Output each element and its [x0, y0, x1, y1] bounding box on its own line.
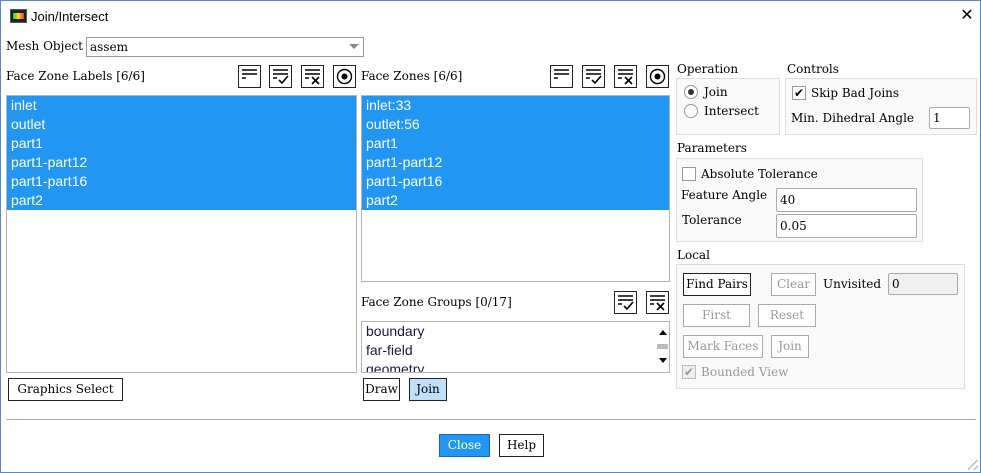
tolerance-label: Tolerance — [682, 213, 742, 227]
select-all-groups-button[interactable] — [614, 291, 637, 314]
face-zones-title: Face Zones [6/6] — [361, 69, 463, 83]
operation-group: Join Intersect — [676, 78, 780, 135]
mesh-object-label: Mesh Object — [6, 39, 83, 53]
list-check-icon — [586, 69, 602, 85]
unvisited-input: 0 — [888, 273, 958, 295]
deselect-all-button[interactable] — [238, 65, 261, 88]
local-join-button[interactable]: Join — [771, 335, 809, 358]
pick-button[interactable] — [333, 65, 356, 88]
intersect-radio[interactable] — [684, 104, 698, 118]
list-item[interactable]: outlet — [7, 115, 356, 134]
window-title: Join/Intersect — [31, 9, 109, 24]
select-all-button[interactable] — [269, 65, 292, 88]
face-zone-labels-list[interactable]: inlet outlet part1 part1-part12 part1-pa… — [6, 95, 357, 373]
app-icon — [10, 9, 27, 23]
radio-target-icon — [649, 68, 666, 85]
join-radio[interactable] — [684, 85, 698, 99]
absolute-tolerance-label: Absolute Tolerance — [701, 167, 818, 181]
tolerance-input[interactable]: 0.05 — [776, 214, 917, 238]
list-item[interactable]: part2 — [362, 191, 669, 210]
close-button[interactable]: Close — [439, 434, 490, 457]
face-zones-list[interactable]: inlet:33 outlet:56 part1 part1-part12 pa… — [361, 95, 670, 282]
list-item[interactable]: part1-part16 — [7, 172, 356, 191]
clear-selection-button[interactable] — [301, 65, 324, 88]
scrollbar[interactable] — [656, 322, 669, 372]
scroll-down-icon[interactable] — [659, 358, 667, 363]
list-none-icon — [554, 69, 569, 79]
list-x-icon — [650, 295, 665, 311]
list-item[interactable]: part1-part16 — [362, 172, 669, 191]
select-all-button[interactable] — [582, 65, 605, 88]
join-radio-label: Join — [704, 85, 728, 99]
scroll-thumb[interactable] — [657, 344, 668, 349]
min-dihedral-label: Min. Dihedral Angle — [791, 111, 915, 125]
intersect-radio-label: Intersect — [704, 104, 759, 118]
clear-button[interactable]: Clear — [771, 273, 816, 296]
face-zone-labels-title: Face Zone Labels [6/6] — [6, 69, 145, 83]
unvisited-label: Unvisited — [823, 277, 882, 291]
feature-angle-label: Feature Angle — [681, 188, 768, 202]
controls-group: ✔ Skip Bad Joins Min. Dihedral Angle 1 — [785, 78, 977, 135]
operation-title: Operation — [677, 62, 739, 76]
first-button[interactable]: First — [683, 304, 750, 327]
list-item[interactable]: part2 — [7, 191, 356, 210]
controls-title: Controls — [787, 62, 839, 76]
parameters-title: Parameters — [677, 141, 747, 155]
list-x-icon — [618, 69, 633, 85]
absolute-tolerance-checkbox[interactable] — [682, 167, 696, 181]
min-dihedral-input[interactable]: 1 — [929, 107, 970, 129]
radio-target-icon — [336, 68, 353, 85]
face-zone-groups-title: Face Zone Groups [0/17] — [361, 295, 512, 309]
skip-bad-joins-label: Skip Bad Joins — [811, 86, 900, 100]
find-pairs-button[interactable]: Find Pairs — [683, 273, 751, 296]
face-zone-groups-list[interactable]: boundary far-field geometry — [361, 321, 670, 373]
list-check-icon — [618, 295, 634, 311]
list-item[interactable]: geometry — [362, 360, 669, 372]
deselect-all-button[interactable] — [550, 65, 573, 88]
list-item[interactable]: boundary — [362, 322, 669, 341]
separator — [6, 419, 976, 420]
list-item[interactable]: far-field — [362, 341, 669, 360]
list-check-icon — [273, 69, 289, 85]
list-item[interactable]: part1 — [362, 134, 669, 153]
list-x-icon — [305, 69, 320, 85]
list-item[interactable]: inlet:33 — [362, 96, 669, 115]
mesh-object-dropdown[interactable]: assem — [86, 37, 364, 57]
clear-groups-button[interactable] — [646, 291, 669, 314]
local-title: Local — [677, 248, 710, 262]
list-item[interactable]: inlet — [7, 96, 356, 115]
graphics-select-button[interactable]: Graphics Select — [8, 378, 123, 401]
help-button[interactable]: Help — [499, 434, 544, 457]
feature-angle-input[interactable]: 40 — [776, 188, 917, 212]
skip-bad-joins-checkbox[interactable]: ✔ — [792, 86, 806, 100]
bounded-view-checkbox[interactable]: ✔ — [682, 365, 696, 379]
close-icon[interactable]: ✕ — [958, 5, 976, 25]
resize-grip-icon[interactable] — [968, 460, 978, 470]
list-item[interactable]: part1-part12 — [7, 153, 356, 172]
chevron-down-icon — [349, 44, 359, 49]
clear-selection-button[interactable] — [614, 65, 637, 88]
list-item[interactable]: part1-part12 — [362, 153, 669, 172]
bounded-view-label: Bounded View — [701, 365, 789, 379]
draw-button[interactable]: Draw — [363, 378, 400, 401]
local-group: Find Pairs Clear Unvisited 0 First Reset… — [676, 264, 965, 389]
parameters-group: Absolute Tolerance Feature Angle 40 Tole… — [676, 158, 923, 242]
list-item[interactable]: outlet:56 — [362, 115, 669, 134]
mesh-object-value: assem — [90, 40, 128, 54]
list-none-icon — [242, 69, 257, 79]
scroll-up-icon[interactable] — [659, 330, 667, 335]
reset-button[interactable]: Reset — [758, 304, 816, 327]
list-item[interactable]: part1 — [7, 134, 356, 153]
pick-button[interactable] — [646, 65, 669, 88]
mark-faces-button[interactable]: Mark Faces — [683, 335, 763, 358]
join-button[interactable]: Join — [409, 378, 447, 401]
